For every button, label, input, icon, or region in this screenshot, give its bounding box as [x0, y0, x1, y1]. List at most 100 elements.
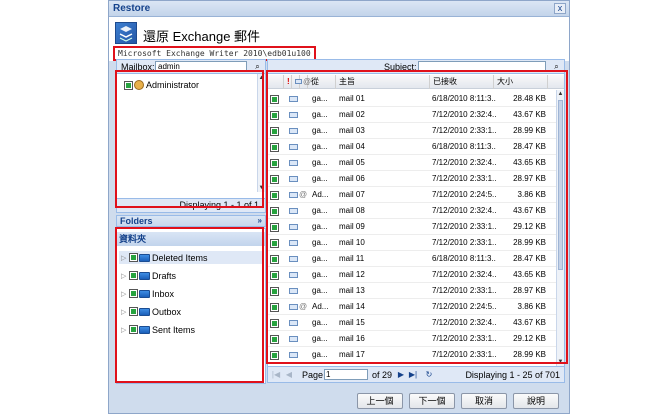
folder-item-sent-items[interactable]: ▷ Sent Items: [121, 323, 195, 336]
message-checkbox[interactable]: [270, 95, 279, 104]
message-checkbox[interactable]: [270, 287, 279, 296]
mailbox-item-administrator[interactable]: Administrator: [124, 79, 199, 91]
message-row[interactable]: ga... mail 05 7/12/2010 2:32:4... 43.65 KB: [268, 155, 558, 171]
mailbox-search-icon[interactable]: ⌕: [252, 61, 263, 72]
message-row[interactable]: ga... mail 02 7/12/2010 2:32:4... 43.67 KB: [268, 107, 558, 123]
mailbox-checkbox[interactable]: [124, 80, 133, 90]
message-row[interactable]: ga... mail 08 7/12/2010 2:32:4... 43.67 KB: [268, 203, 558, 219]
message-row[interactable]: ga... mail 11 6/18/2010 8:11:3... 28.47 KB: [268, 251, 558, 267]
attachment-icon: [299, 107, 307, 123]
dialog-titlebar[interactable]: Restore x: [109, 1, 569, 17]
message-checkbox[interactable]: [270, 335, 279, 344]
message-checkbox[interactable]: [270, 159, 279, 168]
message-row[interactable]: ga... mail 04 6/18/2010 8:11:3... 28.47 KB: [268, 139, 558, 155]
message-row[interactable]: ga... mail 01 6/18/2010 8:11:3... 28.48 KB: [268, 91, 558, 107]
folder-item-deleted-items[interactable]: ▷ Deleted Items: [119, 251, 263, 264]
scroll-thumb[interactable]: [558, 100, 563, 270]
subject-search-icon[interactable]: ⌕: [551, 61, 562, 72]
close-icon[interactable]: x: [554, 3, 566, 14]
column-subject[interactable]: 主旨: [336, 75, 430, 89]
message-row[interactable]: ga... mail 12 7/12/2010 2:32:4... 43.65 KB: [268, 267, 558, 283]
column-checkbox[interactable]: [268, 75, 284, 89]
folder-checkbox[interactable]: [129, 271, 138, 280]
column-importance[interactable]: !: [284, 75, 292, 89]
message-row[interactable]: ga... mail 13 7/12/2010 2:33:1... 28.97 KB: [268, 283, 558, 299]
folders-panel: 資料夾 ▷ Deleted Items ▷ Drafts ▷ Inbox ▷ O…: [116, 228, 266, 384]
column-from[interactable]: 從: [308, 75, 336, 89]
message-checkbox[interactable]: [270, 111, 279, 120]
expand-arrow-icon[interactable]: ▷: [121, 254, 128, 262]
message-received: 7/12/2010 2:33:1...: [432, 334, 496, 343]
message-row[interactable]: ga... mail 06 7/12/2010 2:33:1... 28.97 KB: [268, 171, 558, 187]
folder-checkbox[interactable]: [129, 325, 138, 334]
folder-item-outbox[interactable]: ▷ Outbox: [121, 305, 181, 318]
message-row[interactable]: ga... mail 03 7/12/2010 2:33:1... 28.99 KB: [268, 123, 558, 139]
folder-checkbox[interactable]: [129, 307, 138, 316]
folder-checkbox[interactable]: [129, 253, 138, 262]
message-row[interactable]: ga... mail 09 7/12/2010 2:33:1... 29.12 KB: [268, 219, 558, 235]
message-from: ga...: [312, 142, 328, 151]
message-checkbox[interactable]: [270, 127, 279, 136]
folder-label: Outbox: [152, 306, 182, 317]
collapse-icon[interactable]: »: [258, 216, 262, 226]
prev-button[interactable]: 上一個: [357, 393, 403, 409]
message-subject: mail 08: [339, 206, 365, 215]
scroll-up-icon[interactable]: ▲: [258, 74, 265, 82]
message-from: Ad...: [312, 302, 329, 311]
next-page-icon[interactable]: ▶: [396, 369, 406, 380]
first-page-icon[interactable]: |◀: [271, 369, 281, 380]
message-checkbox[interactable]: [270, 255, 279, 264]
folder-item-drafts[interactable]: ▷ Drafts: [121, 269, 176, 282]
scroll-down-icon[interactable]: ▼: [258, 184, 265, 192]
subject-search-input[interactable]: [418, 61, 546, 72]
message-received: 7/12/2010 2:32:4...: [432, 318, 496, 327]
message-checkbox[interactable]: [270, 239, 279, 248]
message-checkbox[interactable]: [270, 351, 279, 360]
attachment-icon: [299, 251, 307, 267]
expand-arrow-icon[interactable]: ▷: [121, 290, 128, 298]
message-row[interactable]: ga... mail 17 7/12/2010 2:33:1... 28.99 KB: [268, 347, 558, 363]
next-button[interactable]: 下一個: [409, 393, 455, 409]
expand-arrow-icon[interactable]: ▷: [121, 308, 128, 316]
folder-item-inbox[interactable]: ▷ Inbox: [121, 287, 174, 300]
cancel-button[interactable]: 取消: [461, 393, 507, 409]
pager-display-text: Displaying 1 - 25 of 701: [465, 370, 560, 380]
message-size: 43.67 KB: [513, 206, 546, 215]
message-row[interactable]: ga... mail 16 7/12/2010 2:33:1... 29.12 KB: [268, 331, 558, 347]
mailbox-search-input[interactable]: admin: [155, 61, 247, 72]
envelope-icon: [289, 219, 299, 235]
message-row[interactable]: @ Ad... mail 14 7/12/2010 2:24:5... 3.86 KB: [268, 299, 558, 315]
folder-checkbox[interactable]: [129, 289, 138, 298]
expand-arrow-icon[interactable]: ▷: [121, 272, 128, 280]
message-checkbox[interactable]: [270, 175, 279, 184]
column-attachment[interactable]: @: [300, 75, 311, 89]
scroll-down-icon[interactable]: ▼: [557, 358, 564, 366]
folder-icon: [139, 271, 150, 280]
refresh-icon[interactable]: ↻: [424, 369, 434, 380]
messages-pager: |◀ ◀ Page 1 of 29 ▶ ▶| ↻ Displaying 1 - …: [268, 366, 564, 382]
message-row[interactable]: ga... mail 15 7/12/2010 2:32:4... 43.67 KB: [268, 315, 558, 331]
message-checkbox[interactable]: [270, 207, 279, 216]
message-checkbox[interactable]: [270, 143, 279, 152]
message-checkbox[interactable]: [270, 319, 279, 328]
page-number-input[interactable]: 1: [324, 369, 368, 380]
folders-root[interactable]: 資料夾: [117, 232, 265, 246]
messages-scrollbar[interactable]: ▲ ▼: [556, 90, 564, 366]
message-checkbox[interactable]: [270, 303, 279, 312]
help-button[interactable]: 說明: [513, 393, 559, 409]
scroll-up-icon[interactable]: ▲: [557, 90, 564, 98]
expand-arrow-icon[interactable]: ▷: [121, 326, 128, 334]
message-row[interactable]: @ Ad... mail 07 7/12/2010 2:24:5... 3.86 KB: [268, 187, 558, 203]
message-checkbox[interactable]: [270, 223, 279, 232]
message-checkbox[interactable]: [270, 271, 279, 280]
message-row[interactable]: ga... mail 10 7/12/2010 2:33:1... 28.99 KB: [268, 235, 558, 251]
mailbox-scrollbar[interactable]: ▲ ▼: [257, 74, 265, 192]
column-type[interactable]: [292, 75, 302, 89]
column-size[interactable]: 大小: [494, 75, 548, 89]
prev-page-icon[interactable]: ◀: [284, 369, 294, 380]
message-checkbox[interactable]: [270, 191, 279, 200]
folders-header[interactable]: Folders »: [116, 215, 266, 227]
last-page-icon[interactable]: ▶|: [408, 369, 418, 380]
column-received[interactable]: 已接收: [430, 75, 494, 89]
page-label: Page: [302, 370, 324, 380]
